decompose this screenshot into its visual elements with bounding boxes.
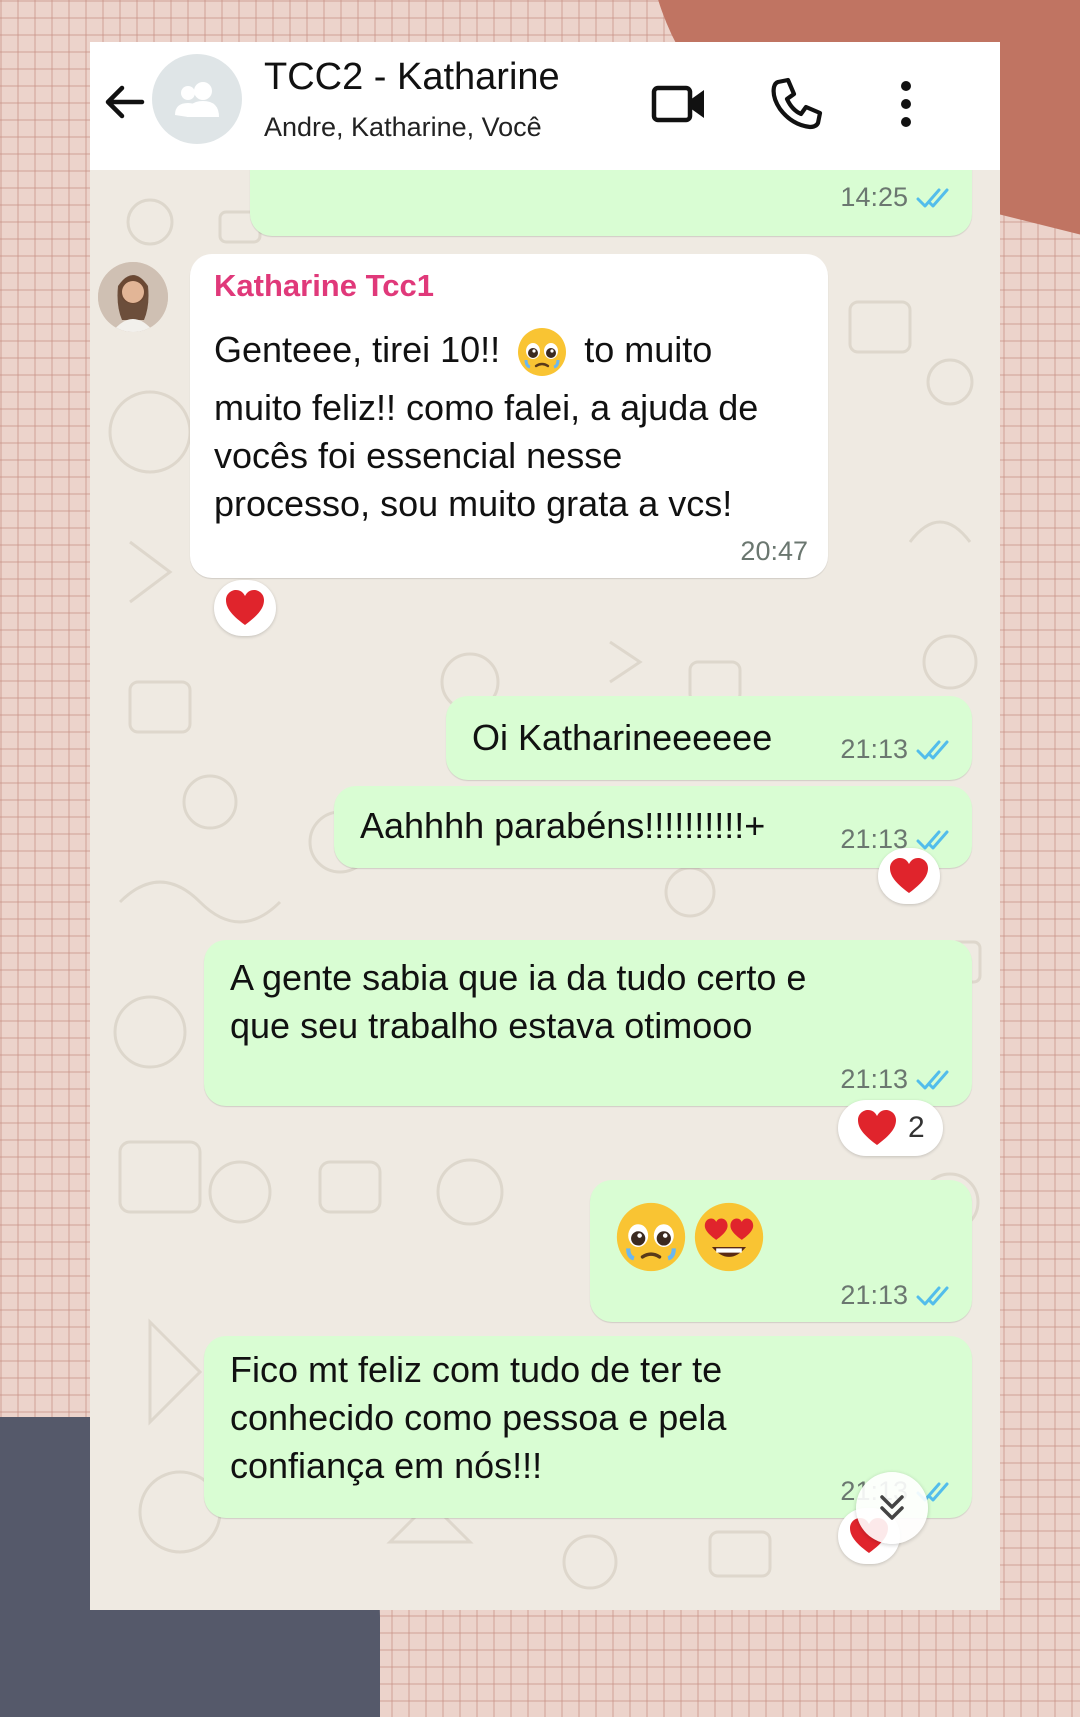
group-avatar-icon	[175, 82, 219, 117]
message-text-line: conhecido como pessoa e pela	[230, 1397, 727, 1438]
chat-screen: TCC2 - Katharine Andre, Katharine, Você …	[90, 42, 1000, 1610]
reaction-badge[interactable]	[214, 580, 276, 636]
read-ticks-icon	[916, 1286, 949, 1305]
message-bubble-outgoing[interactable]: Fico mt feliz com tudo de ter te conheci…	[204, 1336, 972, 1518]
message-text-line: Genteee, tirei 10!! to muito	[214, 326, 712, 378]
scroll-to-bottom-button[interactable]	[856, 1472, 928, 1544]
message-meta: 21:13	[840, 1064, 954, 1095]
message-time: 21:13	[840, 1064, 908, 1094]
message-text-line: que seu trabalho estava otimooo	[230, 1005, 753, 1046]
message-text-line: Fico mt feliz com tudo de ter te	[230, 1349, 723, 1390]
message-time: 21:13	[840, 1280, 908, 1310]
read-ticks-icon	[916, 830, 949, 849]
back-arrow-icon[interactable]	[98, 76, 150, 128]
group-avatar[interactable]	[152, 54, 242, 144]
sender-name: Katharine Tcc1	[214, 268, 434, 303]
pleading-face-icon	[518, 328, 567, 377]
message-meta: 21:13	[840, 1280, 954, 1311]
sender-avatar[interactable]	[98, 262, 168, 332]
reaction-count: 2	[908, 1111, 925, 1144]
message-meta: 20:47	[740, 536, 808, 567]
chevron-double-down-icon	[880, 1495, 904, 1520]
profile-photo	[98, 262, 168, 332]
chat-header: TCC2 - Katharine Andre, Katharine, Você	[90, 42, 1000, 170]
voice-call-icon[interactable]	[766, 74, 826, 134]
pleading-face-icon	[616, 1202, 686, 1272]
message-list[interactable]: 14:25 Katharine Tcc1 Genteee, tirei 10!!	[90, 130, 1000, 1610]
message-text: Oi Katharineeeeee	[472, 717, 773, 758]
message-text-line: processo, sou muito grata a vcs!	[214, 483, 733, 524]
heart-reaction-icon	[890, 858, 928, 893]
message-bubble-incoming[interactable]: Katharine Tcc1 Genteee, tirei 10!! to mu…	[190, 254, 828, 578]
message-meta: 14:25	[840, 182, 954, 213]
heart-eyes-face-icon	[694, 1202, 764, 1272]
chat-title[interactable]: TCC2 - Katharine	[264, 56, 560, 99]
message-bubble-outgoing[interactable]: Oi Katharineeeeee 21:13	[446, 696, 972, 780]
message-text-line: A gente sabia que ia da tudo certo e	[230, 957, 807, 998]
video-call-icon[interactable]	[650, 74, 710, 134]
message-bubble-outgoing[interactable]: 21:13	[590, 1180, 972, 1322]
chat-participants[interactable]: Andre, Katharine, Você	[264, 112, 542, 143]
reaction-badge[interactable]	[878, 848, 940, 904]
reaction-badge[interactable]: 2	[838, 1100, 943, 1156]
message-time: 14:25	[840, 182, 908, 212]
message-time: 20:47	[740, 536, 808, 566]
message-bubble-outgoing[interactable]: Aahhhh parabéns!!!!!!!!!!+ 21:13	[334, 786, 972, 868]
more-options-icon[interactable]	[876, 74, 936, 134]
read-ticks-icon	[916, 1070, 949, 1089]
message-text: Aahhhh parabéns!!!!!!!!!!+	[360, 805, 766, 846]
message-text-line: confiança em nós!!!	[230, 1445, 543, 1486]
read-ticks-icon	[916, 740, 949, 759]
message-meta: 21:13	[840, 734, 954, 765]
read-ticks-icon	[916, 188, 949, 207]
heart-reaction-icon	[858, 1110, 896, 1145]
heart-reaction-icon	[226, 590, 264, 625]
message-text-line: muito feliz!! como falei, a ajuda de	[214, 387, 759, 428]
message-text-line: vocês foi essencial nesse	[214, 435, 623, 476]
message-time: 21:13	[840, 734, 908, 764]
message-bubble-outgoing[interactable]: A gente sabia que ia da tudo certo e que…	[204, 940, 972, 1106]
